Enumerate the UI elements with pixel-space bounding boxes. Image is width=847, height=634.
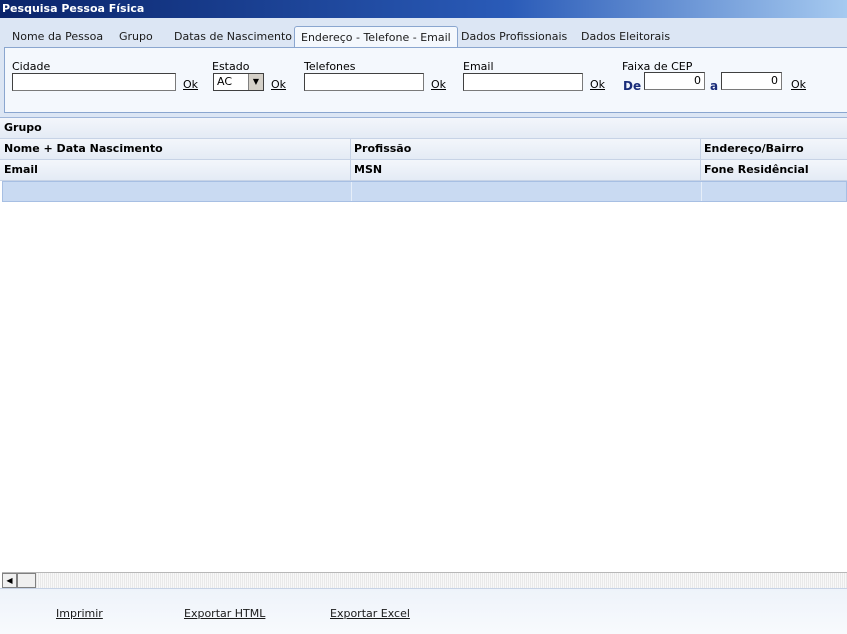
- cidade-label: Cidade: [12, 60, 51, 73]
- tab-grupo[interactable]: Grupo: [119, 26, 153, 46]
- telefones-label: Telefones: [304, 60, 356, 73]
- estado-selected-value: AC: [217, 75, 233, 88]
- estado-select[interactable]: AC ▼: [213, 73, 264, 91]
- header-profissao[interactable]: Profissão: [350, 139, 700, 159]
- header-nome-data-nascimento[interactable]: Nome + Data Nascimento: [0, 139, 350, 159]
- tab-panel-endereco: Cidade Ok Estado AC ▼ Ok Telefones Ok Em…: [4, 47, 847, 113]
- group-header-row[interactable]: Grupo: [0, 118, 847, 139]
- estado-ok-link[interactable]: Ok: [271, 78, 286, 91]
- export-excel-link[interactable]: Exportar Excel: [330, 607, 410, 620]
- cell-divider: [351, 182, 352, 201]
- tab-dados-eleitorais[interactable]: Dados Eleitorais: [581, 26, 670, 46]
- cep-to-input[interactable]: 0: [721, 72, 782, 90]
- header-msn[interactable]: MSN: [350, 160, 700, 180]
- header-fone-residencial[interactable]: Fone Residêncial: [700, 160, 847, 180]
- telefones-ok-link[interactable]: Ok: [431, 78, 446, 91]
- email-input[interactable]: [463, 73, 583, 91]
- scroll-left-arrow-icon[interactable]: ◀: [2, 573, 17, 588]
- tab-datas-de-nascimento[interactable]: Datas de Nascimento: [174, 26, 292, 46]
- filter-tabstrip: Nome da Pessoa Grupo Datas de Nascimento…: [0, 18, 847, 118]
- results-grid-body[interactable]: [0, 202, 847, 572]
- tab-endereco-telefone-email[interactable]: Endereço - Telefone - Email: [294, 26, 458, 48]
- header-endereco-bairro[interactable]: Endereço/Bairro: [700, 139, 847, 159]
- cell-divider: [701, 182, 702, 201]
- cidade-input[interactable]: [12, 73, 176, 91]
- header-email[interactable]: Email: [0, 160, 350, 180]
- estado-label: Estado: [212, 60, 250, 73]
- column-header-row-2: Email MSN Fone Residêncial: [0, 160, 847, 181]
- tab-nome-da-pessoa[interactable]: Nome da Pessoa: [12, 26, 103, 46]
- cep-to-label: a: [710, 79, 719, 93]
- tab-bar: Nome da Pessoa Grupo Datas de Nascimento…: [4, 26, 847, 48]
- print-link[interactable]: Imprimir: [56, 607, 103, 620]
- cidade-ok-link[interactable]: Ok: [183, 78, 198, 91]
- footer-actions: Imprimir Exportar HTML Exportar Excel: [0, 588, 847, 634]
- table-row[interactable]: [2, 181, 847, 202]
- column-header-row-1: Nome + Data Nascimento Profissão Endereç…: [0, 139, 847, 160]
- email-ok-link[interactable]: Ok: [590, 78, 605, 91]
- group-header[interactable]: Grupo: [0, 118, 42, 138]
- cep-ok-link[interactable]: Ok: [791, 78, 806, 91]
- email-label: Email: [463, 60, 494, 73]
- cep-from-input[interactable]: 0: [644, 72, 705, 90]
- chevron-down-icon[interactable]: ▼: [248, 74, 263, 90]
- telefones-input[interactable]: [304, 73, 424, 91]
- cep-from-label: De: [623, 79, 642, 93]
- export-html-link[interactable]: Exportar HTML: [184, 607, 265, 620]
- tab-dados-profissionais[interactable]: Dados Profissionais: [461, 26, 567, 46]
- scrollbar-thumb[interactable]: [17, 573, 36, 588]
- horizontal-scrollbar[interactable]: ◀: [2, 572, 847, 588]
- window-title: Pesquisa Pessoa Física: [0, 0, 847, 18]
